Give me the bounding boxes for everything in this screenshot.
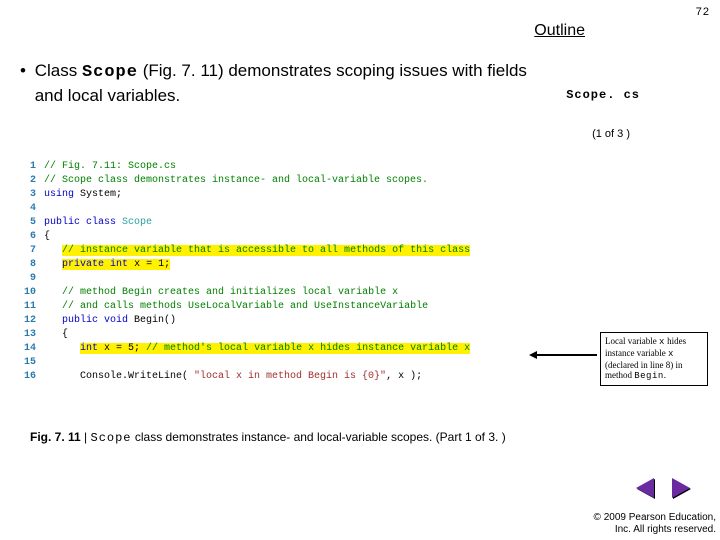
code-token: private — [62, 259, 104, 270]
line-number: 16 — [20, 370, 44, 384]
copyright: © 2009 Pearson Education, Inc. All right… — [594, 512, 716, 536]
callout-text: . — [664, 370, 666, 380]
code-token — [44, 343, 80, 354]
code-token: x = 5; — [98, 343, 146, 354]
code-token — [44, 287, 62, 298]
code-token: { — [44, 231, 50, 242]
line-number: 10 — [20, 286, 44, 300]
code-token: "local x in method Begin is {0}" — [194, 371, 386, 382]
code-line: 12 public void Begin() — [20, 314, 580, 328]
code-line: 5public class Scope — [20, 216, 580, 230]
line-number: 4 — [20, 202, 44, 216]
callout-box: Local variable x hides instance variable… — [600, 332, 708, 386]
code-token — [44, 301, 62, 312]
copyright-line: © 2009 Pearson Education, — [594, 512, 716, 524]
line-number: 1 — [20, 160, 44, 174]
code-token: // and calls methods UseLocalVariable an… — [62, 301, 428, 312]
code-token — [44, 315, 62, 326]
code-token: // method's local variable x hides insta… — [146, 343, 470, 354]
bullet-classname: Scope — [82, 63, 138, 82]
code-token: { — [44, 329, 68, 340]
code-token: using — [44, 189, 80, 200]
bullet-mark: • — [20, 60, 35, 108]
code-line: 15 — [20, 356, 580, 370]
line-number: 8 — [20, 258, 44, 272]
code-token: , x ); — [386, 371, 422, 382]
code-line: 6{ — [20, 230, 580, 244]
callout-arrow — [535, 354, 597, 356]
line-number: 15 — [20, 356, 44, 370]
code-token: // instance variable that is accessible … — [62, 245, 470, 256]
code-line: 1// Fig. 7.11: Scope.cs — [20, 160, 580, 174]
callout-var2: x — [668, 349, 674, 359]
code-token: Scope — [122, 217, 152, 228]
code-line: 8 private int x = 1; — [20, 258, 580, 272]
figure-caption: Fig. 7. 11 | Scope class demonstrates in… — [30, 430, 690, 445]
code-token: Console.WriteLine( — [44, 371, 194, 382]
code-line: 13 { — [20, 328, 580, 342]
line-number: 5 — [20, 216, 44, 230]
code-line: 7 // instance variable that is accessibl… — [20, 244, 580, 258]
code-token — [44, 259, 62, 270]
bullet-pre: Class — [35, 61, 82, 80]
bullet-text: Class Scope (Fig. 7. 11) demonstrates sc… — [35, 60, 560, 108]
line-number: 11 — [20, 300, 44, 314]
line-number: 3 — [20, 188, 44, 202]
code-line: 3using System; — [20, 188, 580, 202]
line-number: 6 — [20, 230, 44, 244]
code-line: 14 int x = 5; // method's local variable… — [20, 342, 580, 356]
line-number: 7 — [20, 244, 44, 258]
code-token — [44, 245, 62, 256]
code-token: // method Begin creates and initializes … — [62, 287, 398, 298]
bullet-item: • Class Scope (Fig. 7. 11) demonstrates … — [20, 60, 560, 108]
code-token: int — [110, 259, 128, 270]
sidebar-part: (1 of 3 ) — [592, 128, 630, 140]
code-token: // Fig. 7.11: Scope.cs — [44, 161, 176, 172]
line-number: 14 — [20, 342, 44, 356]
code-line: 2// Scope class demonstrates instance- a… — [20, 174, 580, 188]
caption-fig: Fig. 7. 11 — [30, 430, 81, 444]
code-token: int — [80, 343, 98, 354]
line-number: 12 — [20, 314, 44, 328]
caption-class: Scope — [91, 431, 132, 445]
code-line: 11 // and calls methods UseLocalVariable… — [20, 300, 580, 314]
code-token: Begin() — [128, 315, 176, 326]
code-line: 4 — [20, 202, 580, 216]
line-number: 9 — [20, 272, 44, 286]
caption-sep: | — [81, 430, 91, 444]
outline-heading: Outline — [534, 22, 585, 40]
code-token: x = 1; — [128, 259, 170, 270]
code-token: // Scope class demonstrates instance- an… — [44, 175, 428, 186]
code-block: 1// Fig. 7.11: Scope.cs2// Scope class d… — [20, 160, 580, 384]
code-line: 10 // method Begin creates and initializ… — [20, 286, 580, 300]
next-slide-button[interactable] — [672, 478, 690, 498]
code-token: public void — [62, 315, 128, 326]
code-line: 16 Console.WriteLine( "local x in method… — [20, 370, 580, 384]
prev-slide-button[interactable] — [636, 478, 654, 498]
callout-text: Local variable — [605, 336, 659, 346]
line-number: 2 — [20, 174, 44, 188]
copyright-line: Inc. All rights reserved. — [594, 524, 716, 536]
callout-method: Begin — [634, 371, 664, 381]
code-token: public class — [44, 217, 122, 228]
caption-rest: class demonstrates instance- and local-v… — [132, 430, 506, 444]
line-number: 13 — [20, 328, 44, 342]
code-line: 9 — [20, 272, 580, 286]
sidebar-filename: Scope. cs — [566, 88, 640, 102]
page-number: 72 — [696, 6, 710, 18]
nav-buttons — [636, 478, 690, 498]
code-token: System; — [80, 189, 122, 200]
